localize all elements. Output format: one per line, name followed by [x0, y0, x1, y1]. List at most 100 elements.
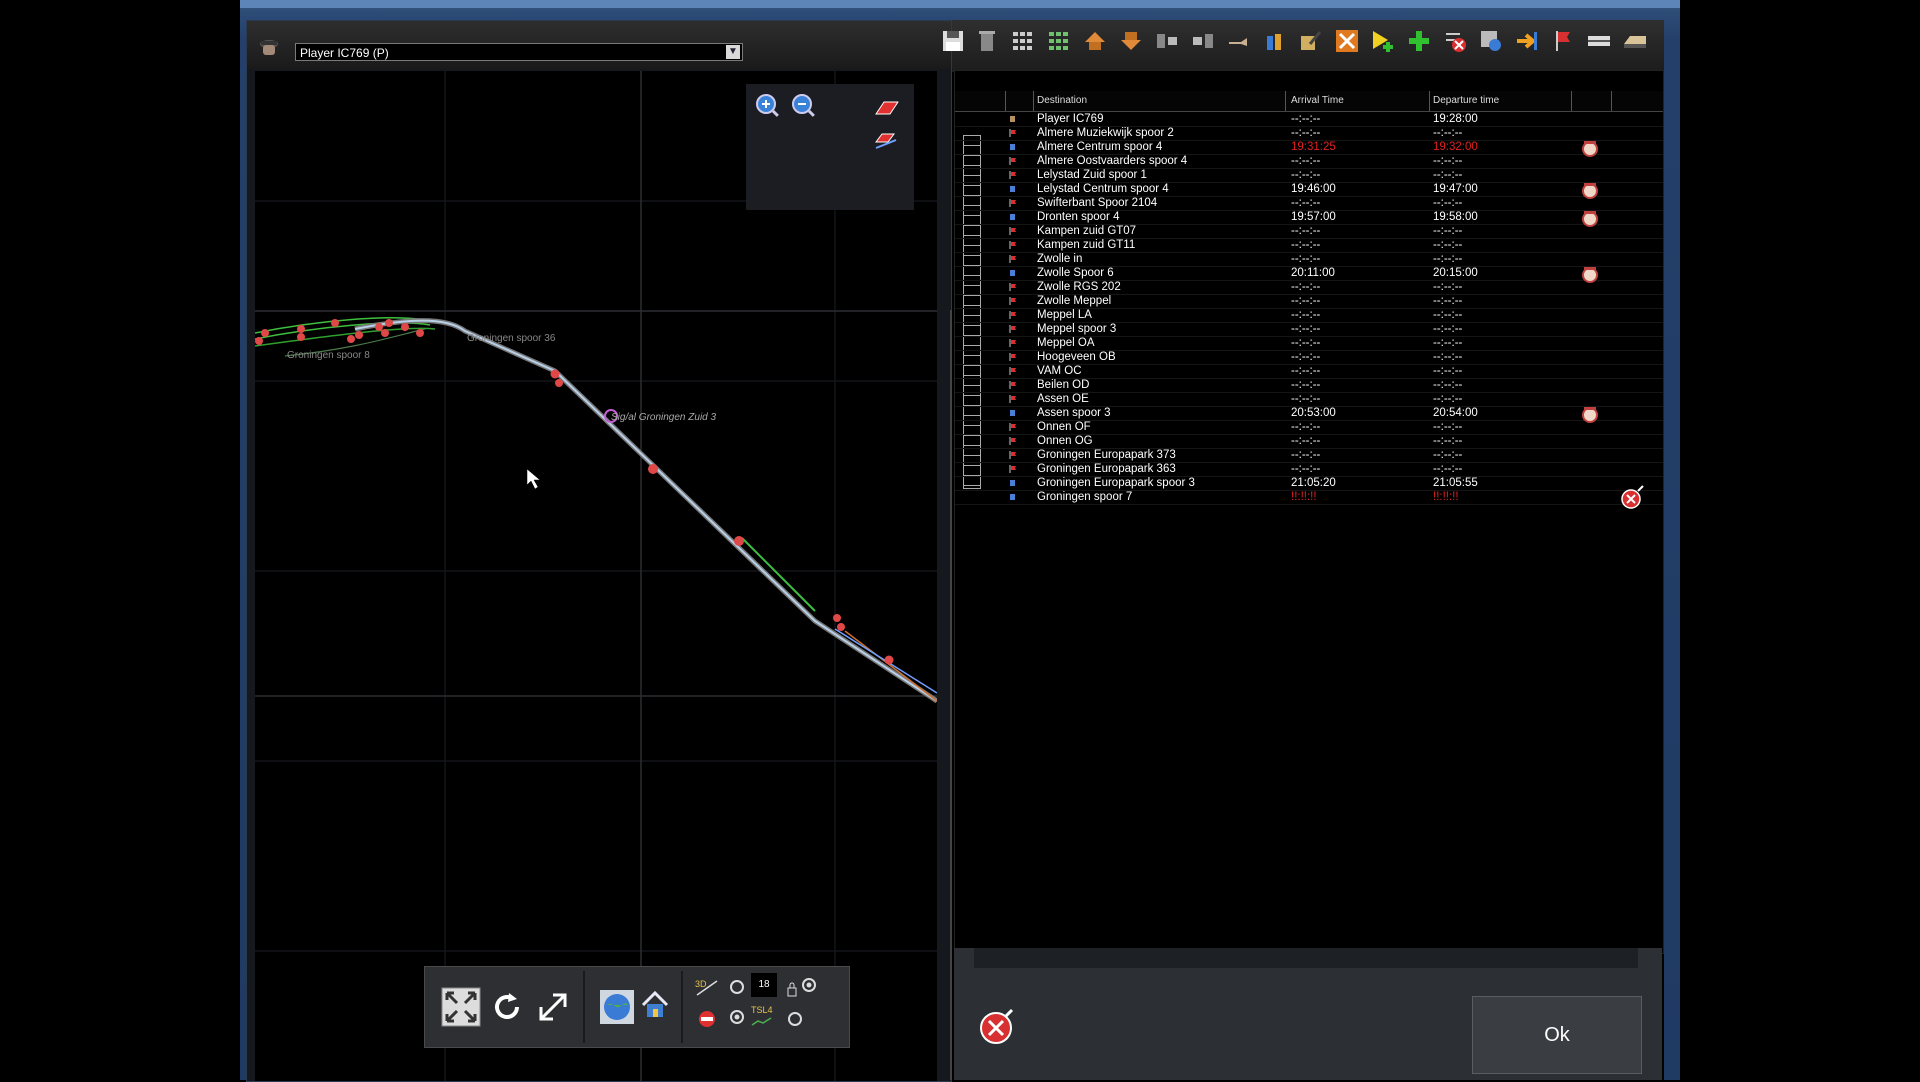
row-departure: --:--:--	[1433, 155, 1463, 167]
cancel-icon[interactable]	[976, 1008, 1016, 1048]
table-row[interactable]: Groningen Europapark spoor 3 21:05:20 21:0…	[955, 477, 1663, 491]
eraser-icon[interactable]	[872, 94, 900, 122]
row-departure: !!:!!:!!	[1433, 491, 1459, 503]
timetable-panel: Destination Arrival Time Departure time …	[952, 20, 1664, 1080]
grid-icon[interactable]	[1010, 28, 1036, 54]
table-row[interactable]: Dronten spoor 4 19:57:00 19:58:00	[955, 211, 1663, 227]
timetable-table: Destination Arrival Time Departure time …	[954, 70, 1664, 954]
table-row[interactable]: Swifterbant Spoor 2104 --:--:-- --:--:--	[955, 197, 1663, 211]
delete-stop-icon[interactable]	[1619, 485, 1645, 511]
split-left-icon[interactable]	[1154, 28, 1180, 54]
move-up-icon[interactable]	[1082, 28, 1108, 54]
couple-icon[interactable]	[1334, 28, 1360, 54]
zoom-in-icon[interactable]	[754, 92, 782, 120]
table-row[interactable]: Groningen spoor 7!!:!!:!!!!:!!:!!	[955, 485, 1663, 509]
column-destination[interactable]: Destination	[1037, 95, 1087, 106]
globe-icon[interactable]	[599, 989, 635, 1025]
eraser-track-icon[interactable]	[872, 126, 900, 154]
flag-icon	[1009, 283, 1016, 291]
table-row[interactable]: Lelystad Zuid spoor 1 --:--:-- --:--:--	[955, 169, 1663, 183]
table-row[interactable]: Hoogeveen OB --:--:-- --:--:--	[955, 351, 1663, 365]
row-departure: --:--:--	[1433, 225, 1463, 237]
row-destination: Lelystad Zuid spoor 1	[1037, 169, 1147, 181]
row-destination: Beilen OD	[1037, 379, 1090, 391]
save-icon[interactable]	[940, 28, 966, 54]
table-row[interactable]: Almere Centrum spoor 4 19:31:25 19:32:00	[955, 141, 1663, 157]
track-map[interactable]: Groningen spoor 8 Groningen spoor 36 Sig…	[255, 71, 937, 1081]
table-row[interactable]: Player IC769 --:--:-- 19:28:00	[955, 113, 1663, 127]
row-departure: 19:28:00	[1433, 113, 1478, 125]
lock-icon[interactable]	[787, 981, 797, 997]
zoom-out-icon[interactable]	[790, 92, 818, 120]
train-car-icon[interactable]	[1622, 28, 1648, 54]
flag-icon[interactable]	[1550, 28, 1576, 54]
move-down-icon[interactable]	[1118, 28, 1144, 54]
row-arrival: --:--:--	[1291, 225, 1321, 237]
split-right-icon[interactable]	[1190, 28, 1216, 54]
table-row[interactable]: Assen OE --:--:-- --:--:--	[955, 393, 1663, 407]
flag-icon	[1009, 367, 1016, 375]
map-label-groningen-spoor-36: Groningen spoor 36	[467, 333, 556, 344]
radio-on-icon[interactable]	[729, 1009, 745, 1025]
radio-on-icon[interactable]	[801, 977, 817, 993]
table-row[interactable]: Meppel spoor 3 --:--:-- --:--:--	[955, 323, 1663, 337]
settings-icon[interactable]	[1478, 28, 1504, 54]
flag-icon	[1009, 353, 1016, 361]
row-arrival: --:--:--	[1291, 365, 1321, 377]
table-row[interactable]: Groningen Europapark 373 --:--:-- --:--:--	[955, 449, 1663, 463]
trash-icon[interactable]	[974, 28, 1000, 54]
row-departure: 20:54:00	[1433, 407, 1478, 419]
walking-people-icon[interactable]	[1262, 28, 1288, 54]
table-row[interactable]: Meppel LA --:--:-- --:--:--	[955, 309, 1663, 323]
panel-divider	[950, 310, 952, 1080]
fit-view-icon[interactable]	[441, 987, 481, 1027]
track-map-svg[interactable]: Groningen spoor 8 Groningen spoor 36 Sig…	[255, 71, 937, 1081]
add-path-icon[interactable]	[1370, 28, 1396, 54]
driver-icon[interactable]	[257, 35, 281, 59]
edit-icon[interactable]	[1298, 28, 1324, 54]
passenger-icon	[1010, 186, 1015, 192]
column-departure[interactable]: Departure time	[1433, 95, 1499, 106]
table-row[interactable]: Onnen OG --:--:-- --:--:--	[955, 435, 1663, 449]
row-destination: Groningen Europapark spoor 3	[1037, 477, 1195, 489]
hand-pointer-icon[interactable]	[1226, 28, 1252, 54]
platform-icon[interactable]	[1586, 28, 1612, 54]
table-row[interactable]: Assen spoor 3 20:53:00 20:54:00	[955, 407, 1663, 423]
radio-off-icon[interactable]	[729, 979, 745, 995]
resize-icon[interactable]	[533, 987, 573, 1027]
home-icon[interactable]	[639, 989, 671, 1021]
grid-green-icon[interactable]	[1046, 28, 1072, 54]
table-row[interactable]: Onnen OF --:--:-- --:--:--	[955, 421, 1663, 435]
train-select-value: Player IC769 (P)	[300, 46, 389, 60]
table-row[interactable]: Meppel OA --:--:-- --:--:--	[955, 337, 1663, 351]
table-row[interactable]: Zwolle Meppel --:--:-- --:--:--	[955, 295, 1663, 309]
column-arrival[interactable]: Arrival Time	[1291, 95, 1344, 106]
table-row[interactable]: Zwolle in --:--:-- --:--:--	[955, 253, 1663, 267]
add-icon[interactable]	[1406, 28, 1432, 54]
table-row[interactable]: Zwolle RGS 202 --:--:-- --:--:--	[955, 281, 1663, 295]
table-row[interactable]: Kampen zuid GT07 --:--:-- --:--:--	[955, 225, 1663, 239]
ok-button[interactable]: Ok	[1472, 996, 1642, 1074]
speed-counter: 18	[751, 973, 777, 997]
rotate-icon[interactable]	[487, 987, 527, 1027]
train-stop-icon[interactable]	[695, 1007, 721, 1029]
row-arrival: --:--:--	[1291, 351, 1321, 363]
table-row[interactable]: Almere Muziekwijk spoor 2 --:--:-- --:--:-…	[955, 127, 1663, 141]
remove-path-icon[interactable]	[1442, 28, 1468, 54]
row-arrival: 19:57:00	[1291, 211, 1336, 223]
table-row[interactable]: Groningen Europapark 363 --:--:-- --:--:--	[955, 463, 1663, 477]
table-row[interactable]: Zwolle Spoor 6 20:11:00 20:15:00	[955, 267, 1663, 283]
row-departure: --:--:--	[1433, 295, 1463, 307]
signal-view-icon[interactable]: 3D	[695, 977, 721, 997]
jump-to-icon[interactable]	[1514, 28, 1540, 54]
radio-off-icon[interactable]	[787, 1011, 803, 1027]
table-row[interactable]: Beilen OD --:--:-- --:--:--	[955, 379, 1663, 393]
table-row[interactable]: Almere Oostvaarders spoor 4 --:--:-- --:--…	[955, 155, 1663, 169]
chevron-down-icon[interactable]: ▼	[726, 45, 740, 59]
table-row[interactable]: Lelystad Centrum spoor 4 19:46:00 19:47:00	[955, 183, 1663, 199]
train-select[interactable]: Player IC769 (P) ▼	[295, 43, 743, 61]
table-row[interactable]: Kampen zuid GT11 --:--:-- --:--:--	[955, 239, 1663, 253]
row-departure: --:--:--	[1433, 463, 1463, 475]
table-row[interactable]: VAM OC --:--:-- --:--:--	[955, 365, 1663, 379]
timetable-rows: Player IC769 --:--:-- 19:28:00 Almere Muzie…	[955, 113, 1663, 509]
